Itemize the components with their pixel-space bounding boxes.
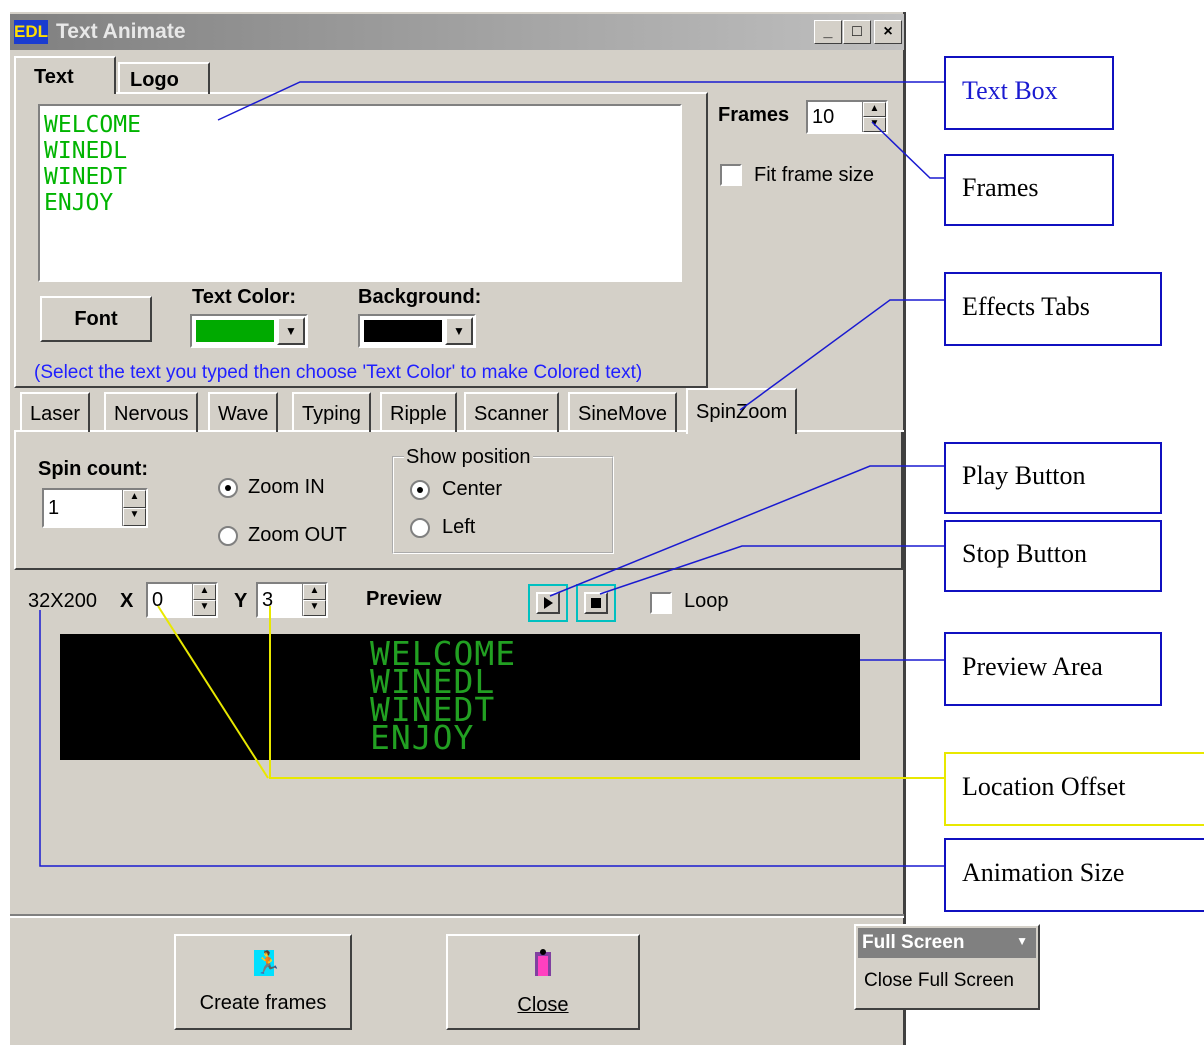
leader-location-offset-x xyxy=(157,605,269,779)
leader-effects-tabs xyxy=(739,299,944,411)
annotation-preview-area: Preview Area xyxy=(944,632,1162,706)
annotation-text-box: Text Box xyxy=(944,56,1114,130)
annotation-frames: Frames xyxy=(944,154,1114,226)
leader-text-box xyxy=(217,81,944,121)
leader-play xyxy=(549,465,944,597)
annotation-animation-size: Animation Size xyxy=(944,838,1204,912)
leader-frames xyxy=(871,121,944,179)
annotation-play-button: Play Button xyxy=(944,442,1162,514)
annotation-stop-button: Stop Button xyxy=(944,520,1162,592)
leader-stop xyxy=(599,545,944,595)
annotation-effects-tabs: Effects Tabs xyxy=(944,272,1162,346)
leader-animation-size xyxy=(39,610,944,867)
leader-location-offset-y xyxy=(269,606,944,779)
annotation-location-offset: Location Offset xyxy=(944,752,1204,826)
